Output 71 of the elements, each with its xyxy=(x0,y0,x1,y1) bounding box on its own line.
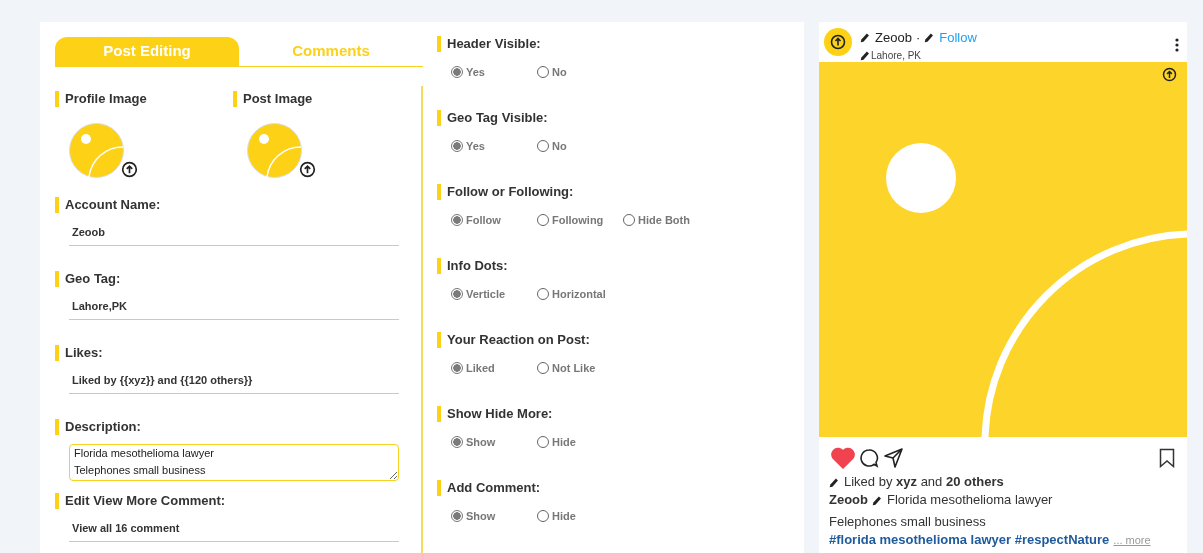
caption-text: Felephones small business xyxy=(829,514,986,529)
image-thumbnail xyxy=(69,123,124,178)
more-link[interactable]: ... more xyxy=(1113,531,1151,549)
radio-button[interactable] xyxy=(537,140,549,153)
field-label: Post Image xyxy=(233,91,313,107)
pencil-icon[interactable] xyxy=(924,32,936,44)
caption-username: Zeoob xyxy=(829,491,868,509)
radio-button[interactable] xyxy=(451,140,463,153)
radio-label[interactable]: Follow xyxy=(466,212,501,229)
more-options-icon[interactable] xyxy=(1175,38,1179,52)
field-label: Add Comment: xyxy=(437,480,541,496)
field-label: Edit View More Comment: xyxy=(55,493,226,509)
radio-button[interactable] xyxy=(537,362,549,375)
radio-label[interactable]: Show xyxy=(466,508,496,525)
radio-label[interactable]: Yes xyxy=(466,138,485,155)
radio-button[interactable] xyxy=(451,66,463,79)
radio-label[interactable]: Hide xyxy=(552,508,576,525)
radio-label[interactable]: Show xyxy=(466,434,496,451)
field-label: Header Visible: xyxy=(437,36,541,52)
separator-dot: · xyxy=(915,29,921,47)
radio-button[interactable] xyxy=(451,436,463,449)
radio-button[interactable] xyxy=(451,510,463,523)
radio-button[interactable] xyxy=(451,288,463,301)
upload-icon[interactable] xyxy=(299,161,316,178)
pencil-icon[interactable] xyxy=(829,476,840,488)
comment-icon[interactable] xyxy=(859,448,879,468)
upload-icon[interactable] xyxy=(121,161,138,178)
follow-link[interactable]: Follow xyxy=(939,28,977,48)
bookmark-icon[interactable] xyxy=(1159,448,1175,468)
radio-label[interactable]: Liked xyxy=(466,360,495,377)
image-thumbnail xyxy=(247,123,302,178)
radio-label[interactable]: Following xyxy=(552,212,604,229)
heart-icon[interactable] xyxy=(831,447,855,469)
likes-text: Liked by xyz and 20 others xyxy=(844,473,1004,491)
username: Zeoob xyxy=(875,29,912,47)
caption-text: Florida mesothelioma lawyer xyxy=(887,491,1053,509)
field-label: Your Reaction on Post: xyxy=(437,332,590,348)
radio-button[interactable] xyxy=(537,288,549,301)
radio-label[interactable]: Hide Both xyxy=(638,212,690,229)
hashtags-text: #florida mesothelioma lawyer #respectNature xyxy=(829,531,1110,549)
field-label: Geo Tag: xyxy=(55,271,121,287)
field-label: Description: xyxy=(55,419,141,435)
pencil-icon[interactable] xyxy=(860,32,871,44)
description-textarea[interactable]: Florida mesothelioma lawyer Telephones small business xyxy=(69,444,399,481)
field-label: Geo Tag Visible: xyxy=(437,110,548,126)
location-text: Lahore, PK xyxy=(871,48,922,63)
send-icon[interactable] xyxy=(883,448,903,468)
field-label: Follow or Following: xyxy=(437,184,574,200)
radio-label[interactable]: Horizontal xyxy=(552,286,606,303)
radio-button[interactable] xyxy=(451,362,463,375)
field-label: Likes: xyxy=(55,345,103,361)
field-label: Profile Image xyxy=(55,91,147,107)
field-label: Account Name: xyxy=(55,197,161,213)
radio-button[interactable] xyxy=(537,66,549,79)
radio-button[interactable] xyxy=(537,436,549,449)
radio-button[interactable] xyxy=(537,214,549,227)
radio-button[interactable] xyxy=(623,214,635,227)
radio-label[interactable]: No xyxy=(552,138,567,155)
pencil-icon[interactable] xyxy=(860,49,871,61)
radio-label[interactable]: Verticle xyxy=(466,286,506,303)
pencil-icon[interactable] xyxy=(872,494,883,506)
radio-button[interactable] xyxy=(451,214,463,227)
radio-label[interactable]: Hide xyxy=(552,434,576,451)
radio-label[interactable]: Yes xyxy=(466,64,485,81)
radio-label[interactable]: No xyxy=(552,64,567,81)
upload-icon[interactable] xyxy=(1162,67,1177,82)
avatar-upload-icon[interactable] xyxy=(824,28,852,56)
radio-label[interactable]: Not Like xyxy=(552,360,596,377)
field-label: Info Dots: xyxy=(437,258,508,274)
radio-button[interactable] xyxy=(537,510,549,523)
field-label: Show Hide More: xyxy=(437,406,553,422)
